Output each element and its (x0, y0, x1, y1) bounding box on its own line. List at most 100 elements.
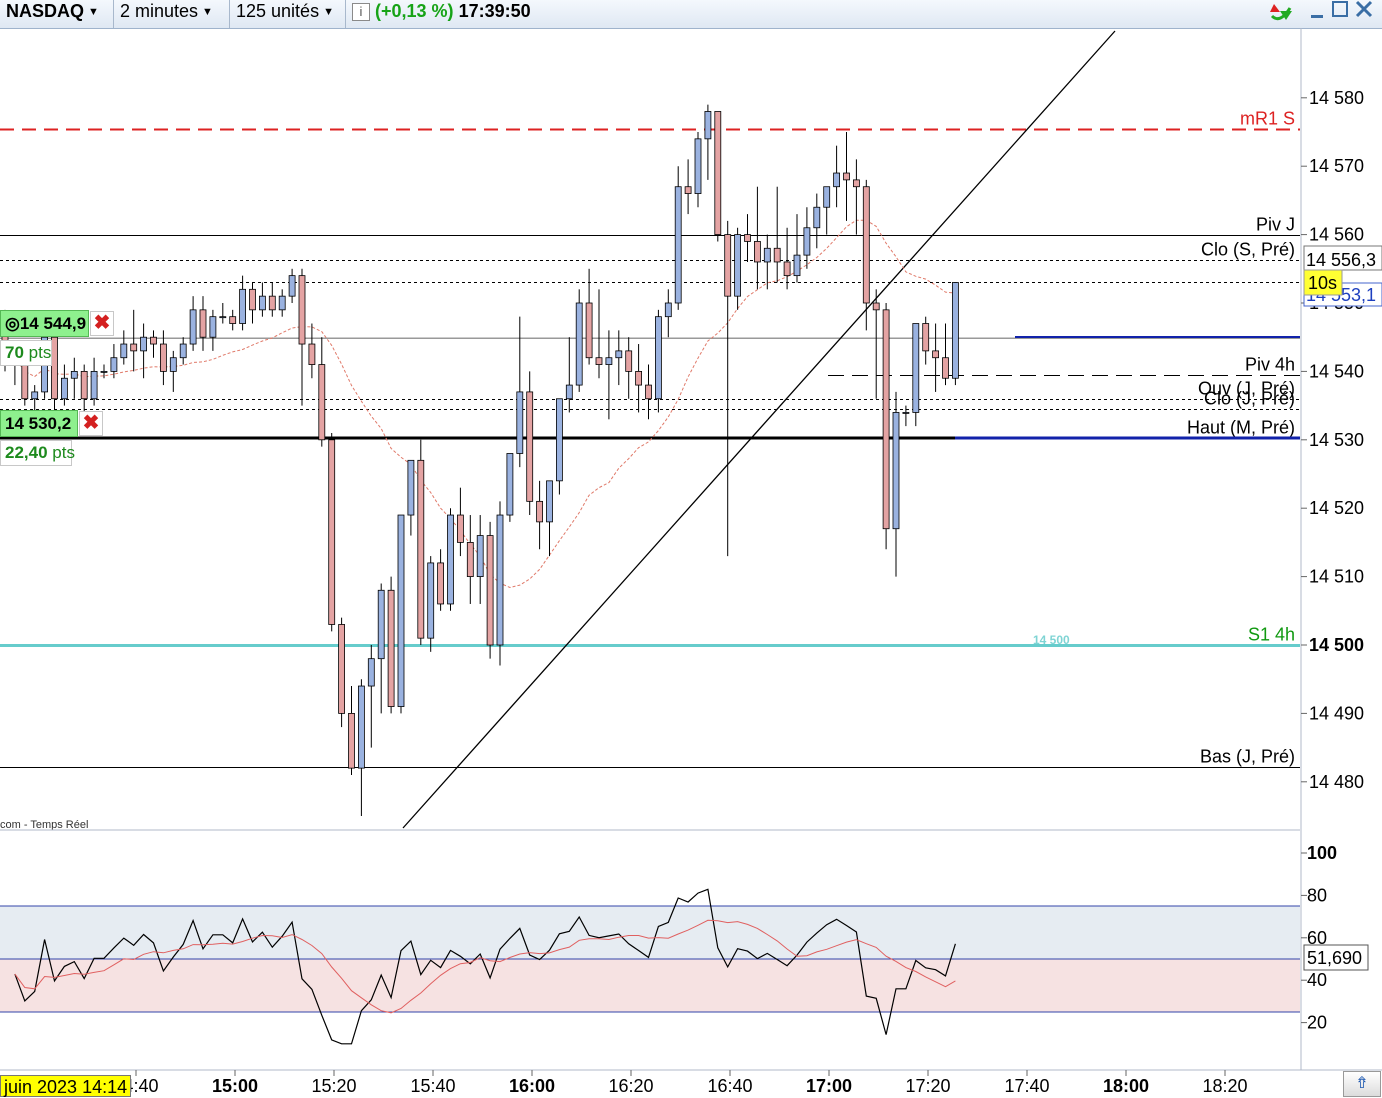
oscillator-value: 51,690 (1307, 948, 1362, 968)
candle-86 (853, 159, 860, 235)
candle-body-5 (51, 336, 58, 400)
candle-body-2 (21, 364, 29, 400)
candle-body-83 (823, 186, 831, 208)
candle-11 (110, 344, 118, 379)
candle-70 (694, 132, 702, 208)
candle-32 (318, 337, 326, 447)
candle-82 (813, 193, 821, 249)
candle-9 (90, 357, 98, 406)
candle-44 (437, 549, 445, 611)
osc-tick-3: 40 (1307, 970, 1327, 990)
candle-66 (655, 309, 662, 413)
candle-body-54 (536, 500, 543, 523)
candle-60 (595, 289, 603, 379)
candle-body-48 (476, 535, 484, 577)
candle-body-84 (833, 172, 840, 188)
candle-body-18 (179, 343, 187, 359)
candle-body-3 (31, 391, 39, 400)
candle-83 (823, 186, 831, 235)
candle-body-16 (159, 343, 167, 372)
candle-14 (140, 323, 148, 379)
candle-48 (476, 515, 484, 604)
level-label-5: Piv 4h (1245, 355, 1295, 375)
price-tick-9: 14 490 (1309, 703, 1364, 723)
candle-53 (526, 371, 534, 516)
candle-body-94 (932, 350, 939, 359)
candle-body-29 (288, 275, 296, 297)
candle-timer: 10s (1308, 273, 1337, 293)
candle-body-35 (348, 713, 355, 769)
candle-body-23 (229, 316, 237, 324)
candle-body-69 (684, 186, 692, 194)
candle-body-95 (942, 357, 949, 379)
candle-body-25 (249, 288, 256, 311)
close-order-upper-icon[interactable]: ✖ (90, 311, 114, 336)
candle-body-75 (744, 234, 751, 242)
candle-body-21 (209, 316, 217, 338)
price-tick-5: 14 530 (1309, 430, 1364, 450)
candle-body-30 (298, 275, 306, 345)
level-label-8: Haut (M, Pré) (1187, 418, 1295, 438)
candle-33 (328, 432, 336, 632)
candle-body-40 (397, 514, 405, 707)
osc-tick-4: 20 (1307, 1013, 1327, 1033)
candle-body-71 (704, 111, 712, 140)
candle-21 (209, 309, 217, 351)
candle-body-49 (486, 535, 494, 646)
candle-63 (625, 337, 633, 399)
candle-78 (773, 186, 781, 283)
price-chart[interactable]: mR1 SPiv JClo (S, Pré)Piv 4hOuv (J, Pré)… (0, 0, 1382, 1097)
candle-58 (575, 289, 583, 392)
candle-body-20 (199, 309, 207, 338)
s1-inline-label: 14 500 (1033, 633, 1070, 647)
candle-body-37 (367, 658, 375, 687)
price-tick-2: 14 560 (1309, 225, 1364, 245)
candle-body-32 (318, 364, 326, 441)
candle-47 (466, 515, 474, 604)
candle-body-13 (130, 343, 138, 352)
candle-85 (843, 132, 850, 221)
candle-body-27 (268, 295, 276, 311)
order-points-upper: 70 pts (0, 340, 52, 366)
candle-body-50 (496, 514, 504, 646)
candle-84 (833, 145, 840, 208)
order-price-lower[interactable]: 14 530,2 (0, 410, 78, 437)
close-order-lower-icon[interactable]: ✖ (79, 411, 103, 436)
candle-56 (556, 398, 563, 495)
scroll-to-latest-icon[interactable]: ⇮ (1343, 1071, 1381, 1097)
time-label-11: 18:20 (1202, 1076, 1247, 1096)
candle-52 (516, 316, 524, 468)
price-tick-0: 14 580 (1309, 88, 1364, 108)
time-label-2: 15:20 (311, 1076, 356, 1096)
osc-tick-0: 100 (1307, 843, 1337, 863)
candle-body-67 (664, 302, 672, 318)
candle-body-53 (526, 391, 534, 502)
candle-body-39 (387, 589, 395, 707)
candle-body-79 (783, 261, 791, 277)
candle-body-77 (763, 247, 771, 263)
candle-body-58 (575, 302, 583, 386)
candle-27 (268, 282, 276, 317)
candle-71 (704, 104, 712, 180)
candle-body-88 (872, 302, 880, 311)
candle-body-46 (456, 514, 464, 543)
candle-body-90 (892, 412, 900, 530)
candle-96 (952, 282, 959, 386)
candle-43 (427, 556, 435, 652)
candle-22 (219, 303, 227, 324)
candle-body-87 (862, 186, 870, 304)
trend-line[interactable] (402, 30, 1116, 829)
time-label-9: 17:40 (1004, 1076, 1049, 1096)
order-price-upper[interactable]: ◎14 544,9 (0, 310, 89, 337)
candle-body-51 (506, 453, 514, 516)
candle-36 (357, 679, 365, 816)
candle-body-41 (407, 459, 415, 516)
candle-body-38 (377, 589, 385, 660)
level-label-10: Bas (J, Pré) (1200, 747, 1295, 767)
candle-8 (80, 364, 88, 413)
candle-35 (348, 686, 355, 775)
candle-body-76 (754, 241, 761, 263)
candle-body-28 (278, 295, 286, 311)
osc-tick-1: 80 (1307, 885, 1327, 905)
candle-55 (546, 480, 553, 557)
